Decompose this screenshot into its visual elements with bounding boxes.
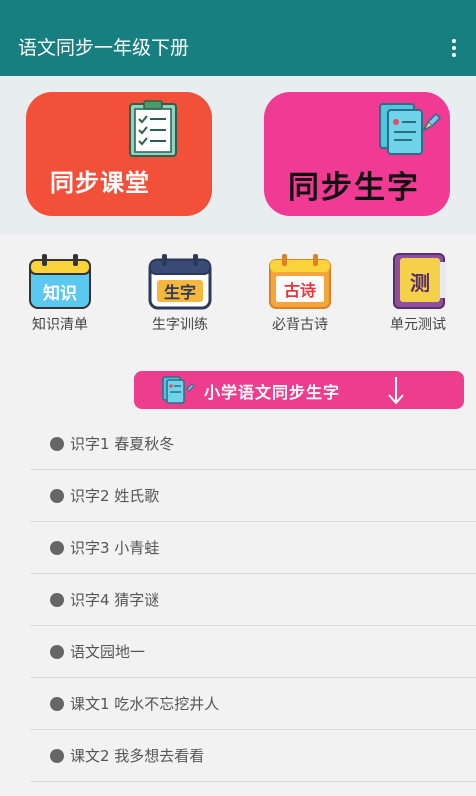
calendar-poem-icon: 古诗 bbox=[269, 254, 331, 309]
grid-icon-text: 生字 bbox=[164, 283, 196, 302]
lesson-title: 识字4 猜字谜 bbox=[70, 591, 160, 609]
sync-class-banner[interactable]: 同步课堂 bbox=[26, 92, 212, 216]
list-item[interactable]: 课文1 吃水不忘挖井人 bbox=[30, 678, 476, 730]
bullet-icon bbox=[50, 697, 64, 711]
lesson-title: 课文2 我多想去看看 bbox=[70, 747, 205, 765]
lesson-title: 识字2 姓氏歌 bbox=[70, 487, 160, 505]
grid-label: 必背古诗 bbox=[272, 317, 328, 333]
bullet-icon bbox=[50, 437, 64, 451]
app-bar: 语文同步一年级下册 bbox=[0, 0, 476, 76]
lesson-title: 语文园地一 bbox=[70, 643, 146, 661]
bullet-icon bbox=[50, 593, 64, 607]
calendar-characters-icon: 生字 bbox=[148, 254, 212, 310]
lesson-title: 识字3 小青蛙 bbox=[70, 539, 160, 557]
sync-class-label: 同步课堂 bbox=[50, 169, 150, 197]
grid-icon-text: 测 bbox=[410, 271, 430, 295]
bullet-icon bbox=[50, 645, 64, 659]
bullet-icon bbox=[50, 489, 64, 503]
grid-label: 单元测试 bbox=[390, 317, 446, 333]
list-item[interactable]: 识字4 猜字谜 bbox=[30, 574, 476, 626]
grid-item-knowledge-list[interactable]: 知识 知识清单 bbox=[14, 246, 104, 346]
bullet-icon bbox=[50, 541, 64, 555]
list-item[interactable]: 课文2 我多想去看看 bbox=[30, 730, 476, 782]
calendar-knowledge-icon: 知识 bbox=[29, 254, 91, 309]
section-header-button[interactable]: 小学语文同步生字 bbox=[134, 371, 464, 409]
app-title: 语文同步一年级下册 bbox=[18, 37, 190, 59]
list-item[interactable]: 识字1 春夏秋冬 bbox=[30, 418, 476, 470]
grid-item-classic-poems[interactable]: 古诗 必背古诗 bbox=[254, 246, 344, 346]
notebook-pen-icon bbox=[162, 376, 195, 404]
grid-item-character-practice[interactable]: 生字 生字训练 bbox=[134, 246, 224, 346]
test-book-icon: 测 bbox=[393, 253, 446, 309]
list-item[interactable]: 识字3 小青蛙 bbox=[30, 522, 476, 574]
bullet-icon bbox=[50, 749, 64, 763]
notebook-pen-icon bbox=[379, 103, 442, 155]
grid-label: 知识清单 bbox=[32, 317, 88, 333]
more-vert-icon[interactable] bbox=[444, 34, 464, 62]
arrow-down-icon bbox=[388, 377, 404, 405]
list-item[interactable]: 识字2 姓氏歌 bbox=[30, 470, 476, 522]
list-item[interactable]: 语文园地一 bbox=[30, 626, 476, 678]
sync-characters-label: 同步生字 bbox=[288, 170, 420, 206]
clipboard-icon bbox=[129, 100, 177, 157]
lesson-title: 课文1 吃水不忘挖井人 bbox=[70, 695, 220, 713]
grid-item-unit-test[interactable]: 测 单元测试 bbox=[372, 246, 462, 346]
grid-icon-text: 知识 bbox=[42, 283, 77, 304]
sync-characters-banner[interactable]: 同步生字 bbox=[264, 92, 450, 216]
grid-label: 生字训练 bbox=[152, 317, 208, 333]
grid-icon-text: 古诗 bbox=[284, 281, 316, 300]
section-header-label: 小学语文同步生字 bbox=[204, 383, 341, 402]
lesson-title: 识字1 春夏秋冬 bbox=[70, 435, 175, 453]
